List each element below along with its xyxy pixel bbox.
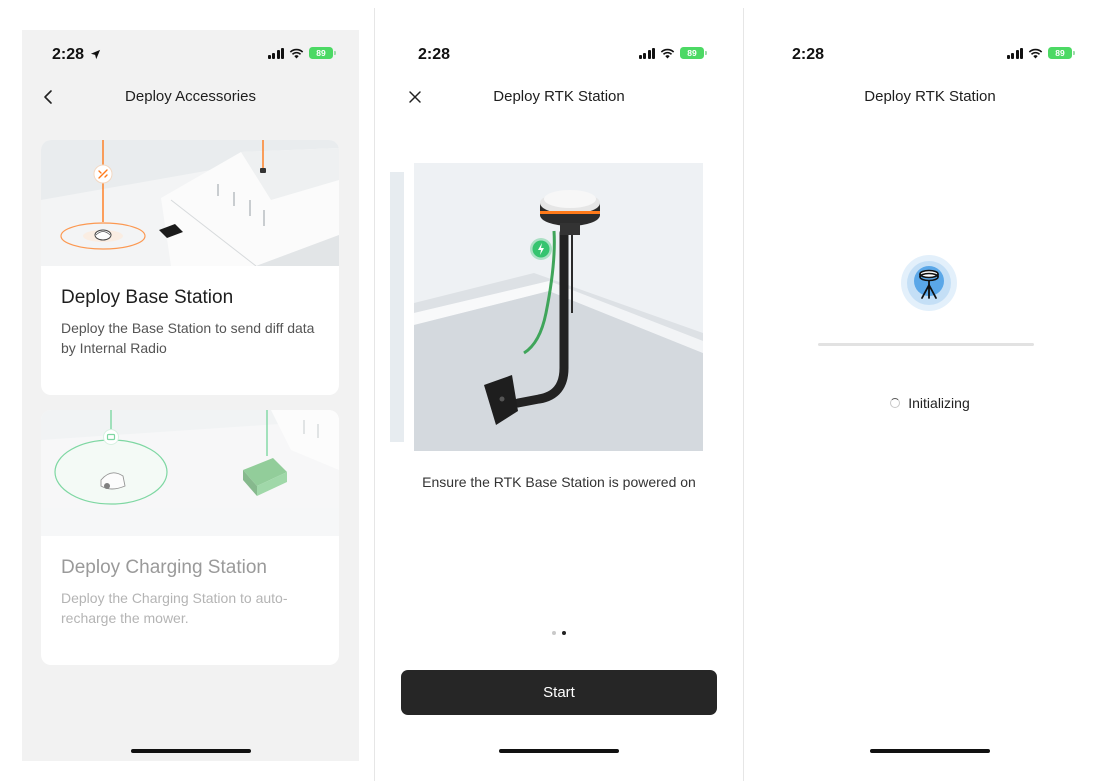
battery-icon: 89 [680, 47, 707, 59]
battery-level: 89 [687, 48, 697, 58]
status-time: 2:28 [418, 46, 451, 63]
status-bar: 2:28 89 [762, 30, 1098, 76]
home-indicator[interactable] [130, 749, 251, 753]
deploy-charging-station-card[interactable]: Deploy Charging Station Deploy the Charg… [41, 410, 339, 665]
progress-bar [818, 343, 1034, 346]
deploy-rtk-station-initializing-screen: 2:28 89 Deploy RTK Station Initializing [762, 30, 1098, 761]
home-indicator[interactable] [870, 749, 990, 753]
battery-level: 89 [1055, 48, 1065, 58]
spinner-icon [890, 398, 901, 408]
deploy-accessories-screen: 2:28 89 Deploy Accessories Deploy Base S… [22, 30, 359, 761]
page-indicator [388, 631, 730, 635]
page-dot-active [562, 631, 566, 635]
base-station-illustration [41, 140, 339, 266]
panel-divider [374, 8, 375, 781]
card-title: Deploy Charging Station [61, 557, 267, 578]
navigation-bar: Deploy RTK Station [762, 76, 1098, 116]
card-description: Deploy the Base Station to send diff dat… [61, 320, 315, 356]
navigation-bar: Deploy Accessories [22, 76, 359, 116]
screenshot-stage: 2:28 89 Deploy Accessories Deploy Base S… [0, 0, 1100, 781]
location-arrow-icon [91, 49, 101, 60]
wifi-icon [1028, 48, 1043, 59]
deploy-base-station-card[interactable]: Deploy Base Station Deploy the Base Stat… [41, 140, 339, 395]
page-title: Deploy RTK Station [864, 88, 996, 105]
page-dot [552, 631, 556, 635]
battery-icon: 89 [1048, 47, 1075, 59]
status-text: Initializing [908, 395, 970, 411]
status-time: 2:28 [52, 46, 101, 64]
cellular-signal-icon [267, 47, 284, 59]
status-bar: 2:28 89 [388, 30, 730, 76]
start-button[interactable]: Start [401, 670, 717, 715]
panel-divider [743, 8, 744, 781]
cellular-signal-icon [638, 47, 655, 59]
page-title: Deploy RTK Station [493, 88, 625, 105]
status-bar: 2:28 89 [22, 30, 359, 76]
navigation-bar: Deploy RTK Station [388, 76, 730, 116]
battery-level: 89 [316, 48, 326, 58]
cellular-signal-icon [1006, 47, 1023, 59]
wifi-icon [289, 48, 304, 59]
home-indicator[interactable] [499, 749, 619, 753]
card-title: Deploy Base Station [61, 287, 234, 308]
instruction-text: Ensure the RTK Base Station is powered o… [422, 474, 696, 490]
wifi-icon [660, 48, 675, 59]
battery-icon: 89 [309, 47, 336, 59]
charging-station-illustration [41, 410, 339, 536]
deploy-rtk-station-intro-screen: 2:28 89 Deploy RTK Station Ensure the RT… [388, 30, 730, 761]
previous-slide-preview [390, 172, 404, 442]
status-time: 2:28 [792, 46, 825, 63]
rtk-antenna-icon [901, 255, 957, 311]
initializing-status: Initializing [762, 395, 1098, 411]
card-description: Deploy the Charging Station to auto-rech… [61, 590, 288, 626]
page-title: Deploy Accessories [125, 88, 256, 105]
rtk-station-illustration [414, 163, 703, 451]
